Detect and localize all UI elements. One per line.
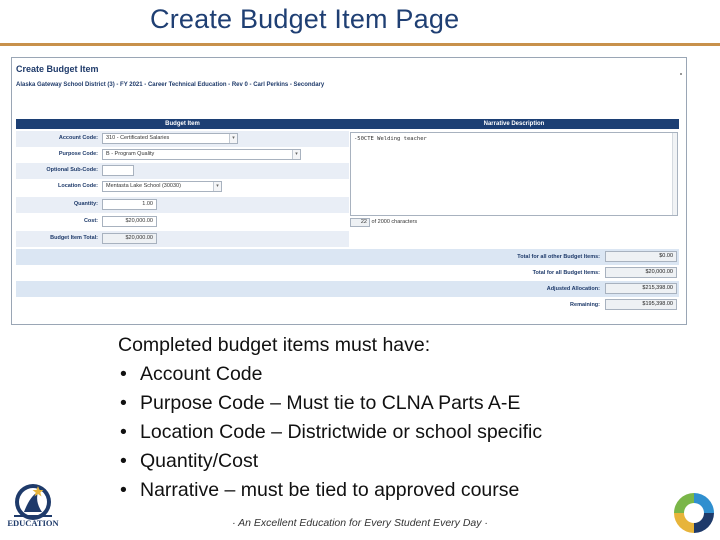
sub-code-label: Optional Sub-Code: [46, 167, 98, 173]
summary-row-all-items: Total for all Budget Items: $20,000.00 [16, 265, 679, 281]
sub-code-input[interactable] [102, 165, 134, 176]
budget-item-total-value: $20,000.00 [102, 233, 157, 244]
education-logo-icon [14, 484, 52, 520]
list-item: Account Code [118, 360, 542, 389]
list-item: Narrative – must be tied to approved cou… [118, 476, 542, 505]
summary-value: $20,000.00 [605, 267, 677, 278]
requirements-intro: Completed budget items must have: [118, 334, 431, 356]
location-code-label: Location Code: [57, 183, 98, 189]
budget-item-header: Budget Item [16, 119, 349, 129]
circle-swirl-logo-icon [674, 493, 714, 533]
budget-item-screenshot: Create Budget Item Alaska Gateway School… [11, 57, 687, 325]
narrative-header: Narrative Description [349, 119, 679, 129]
character-counter: 22 of 2000 characters [350, 218, 417, 228]
purpose-code-row: Purpose Code: B - Program Quality ▾ [16, 147, 349, 163]
summary-row-remaining: Remaining: $195,398.00 [16, 297, 679, 313]
cost-label: Cost: [83, 218, 98, 224]
summary-value: $195,398.00 [605, 299, 677, 310]
summary-label: Remaining: [570, 302, 600, 308]
location-code-select[interactable]: Mentasta Lake School (30030) ▾ [102, 181, 222, 192]
chevron-down-icon: ▾ [229, 134, 237, 143]
summary-row-other-items: Total for all other Budget Items: $0.00 [16, 249, 679, 265]
budget-item-total-label: Budget Item Total: [50, 235, 98, 241]
quantity-input[interactable]: 1.00 [102, 199, 157, 210]
summary-value: $0.00 [605, 251, 677, 262]
cost-input[interactable]: $20,000.00 [102, 216, 157, 227]
quantity-row: Quantity: 1.00 [16, 197, 349, 213]
location-code-value: Mentasta Lake School (30030) [106, 183, 181, 189]
account-code-row: Account Code: 310 - Certificated Salarie… [16, 131, 349, 147]
character-count-value: 22 [350, 218, 370, 227]
chevron-down-icon: ▾ [292, 150, 300, 159]
narrative-scrollbar[interactable] [672, 133, 677, 215]
summary-row-adjusted-allocation: Adjusted Allocation: $215,398.00 [16, 281, 679, 297]
location-code-row: Location Code: Mentasta Lake School (300… [16, 179, 349, 195]
cost-row: Cost: $20,000.00 [16, 214, 349, 230]
requirements-list: Completed budget items must have: Accoun… [118, 331, 542, 505]
summary-label: Adjusted Allocation: [546, 286, 600, 292]
slide-title: Create Budget Item Page [150, 4, 460, 34]
form-title: Create Budget Item [16, 64, 99, 74]
purpose-code-value: B - Program Quality [106, 151, 155, 157]
list-item: Purpose Code – Must tie to CLNA Parts A-… [118, 389, 542, 418]
account-code-select[interactable]: 310 - Certificated Salaries ▾ [102, 133, 238, 144]
character-count-suffix: of 2000 characters [371, 219, 418, 225]
narrative-textarea[interactable]: -50CTE Welding teacher [350, 132, 678, 216]
budget-item-total-row: Budget Item Total: $20,000.00 [16, 231, 349, 247]
chevron-down-icon: ▾ [213, 182, 221, 191]
form-subtitle: Alaska Gateway School District (3) - FY … [16, 82, 325, 88]
decorative-dot [680, 73, 682, 75]
purpose-code-label: Purpose Code: [58, 151, 98, 157]
list-item: Quantity/Cost [118, 447, 542, 476]
summary-value: $215,398.00 [605, 283, 677, 294]
slide-footer: · An Excellent Education for Every Stude… [232, 517, 488, 529]
quantity-label: Quantity: [73, 201, 98, 207]
narrative-text: -50CTE Welding teacher [354, 136, 427, 142]
account-code-label: Account Code: [58, 135, 98, 141]
purpose-code-select[interactable]: B - Program Quality ▾ [102, 149, 301, 160]
summary-label: Total for all Budget Items: [532, 270, 600, 276]
account-code-value: 310 - Certificated Salaries [106, 135, 170, 141]
summary-label: Total for all other Budget Items: [517, 254, 600, 260]
sub-code-row: Optional Sub-Code: [16, 163, 349, 179]
list-item: Location Code – Districtwide or school s… [118, 418, 542, 447]
title-divider [0, 43, 720, 46]
